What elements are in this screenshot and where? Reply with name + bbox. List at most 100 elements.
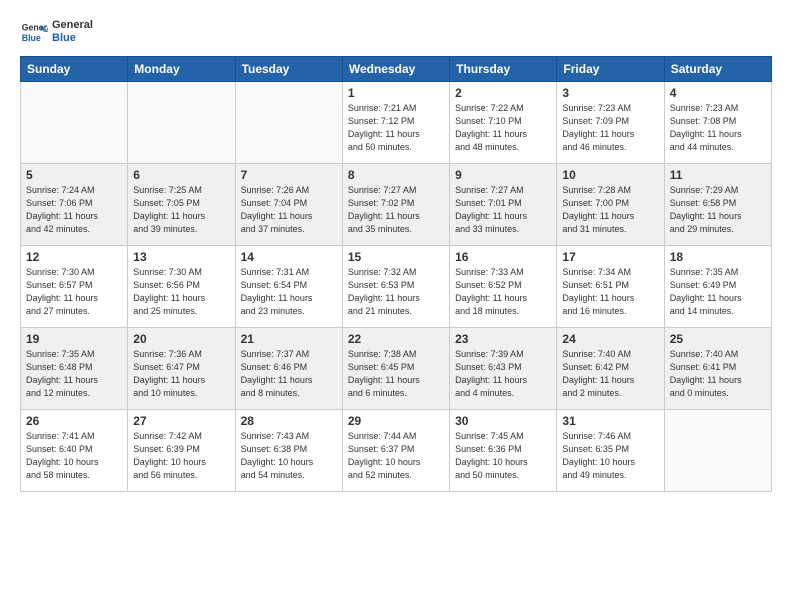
- calendar-cell: 16Sunrise: 7:33 AM Sunset: 6:52 PM Dayli…: [450, 246, 557, 328]
- day-info: Sunrise: 7:22 AM Sunset: 7:10 PM Dayligh…: [455, 102, 551, 154]
- calendar-cell: 10 Sunrise: 7:28 AM Sunset: 7:00 PM Dayli…: [557, 164, 664, 246]
- day-info: Sunrise: 7:40 AM Sunset: 6:41 PM Dayligh…: [670, 348, 766, 400]
- day-number: 25: [670, 332, 766, 346]
- day-number: 2: [455, 86, 551, 100]
- calendar-cell: 11Sunrise: 7:29 AM Sunset: 6:58 PM Dayli…: [664, 164, 771, 246]
- day-info: Sunrise: 7:28 AM Sunset: 7:00 PM Dayligh…: [562, 184, 658, 236]
- day-info: Sunrise: 7:46 AM Sunset: 6:35 PM Dayligh…: [562, 430, 658, 482]
- day-info: Sunrise: 7:27 AM Sunset: 7:02 PM Dayligh…: [348, 184, 444, 236]
- calendar-table: SundayMondayTuesdayWednesdayThursdayFrid…: [20, 56, 772, 492]
- day-of-week-header: Sunday: [21, 57, 128, 82]
- day-number: 6: [133, 168, 229, 182]
- calendar-cell: 27 Sunrise: 7:42 AM Sunset: 6:39 PM Dayli…: [128, 410, 235, 492]
- calendar-cell: 18Sunrise: 7:35 AM Sunset: 6:49 PM Dayli…: [664, 246, 771, 328]
- svg-text:Blue: Blue: [22, 33, 41, 43]
- day-number: 5: [26, 168, 122, 182]
- day-number: 16: [455, 250, 551, 264]
- calendar-cell: 31 Sunrise: 7:46 AM Sunset: 6:35 PM Dayli…: [557, 410, 664, 492]
- day-number: 18: [670, 250, 766, 264]
- day-info: Sunrise: 7:34 AM Sunset: 6:51 PM Dayligh…: [562, 266, 658, 318]
- day-number: 3: [562, 86, 658, 100]
- day-number: 7: [241, 168, 337, 182]
- calendar-cell: 30Sunrise: 7:45 AM Sunset: 6:36 PM Dayli…: [450, 410, 557, 492]
- day-info: Sunrise: 7:38 AM Sunset: 6:45 PM Dayligh…: [348, 348, 444, 400]
- day-info: Sunrise: 7:45 AM Sunset: 6:36 PM Dayligh…: [455, 430, 551, 482]
- day-number: 9: [455, 168, 551, 182]
- day-info: Sunrise: 7:43 AM Sunset: 6:38 PM Dayligh…: [241, 430, 337, 482]
- calendar-cell: 6 Sunrise: 7:25 AM Sunset: 7:05 PM Daylig…: [128, 164, 235, 246]
- day-info: Sunrise: 7:27 AM Sunset: 7:01 PM Dayligh…: [455, 184, 551, 236]
- calendar-cell: 8 Sunrise: 7:27 AM Sunset: 7:02 PM Daylig…: [342, 164, 449, 246]
- day-number: 31: [562, 414, 658, 428]
- day-info: Sunrise: 7:35 AM Sunset: 6:48 PM Dayligh…: [26, 348, 122, 400]
- calendar-cell: 2 Sunrise: 7:22 AM Sunset: 7:10 PM Daylig…: [450, 82, 557, 164]
- calendar-cell: 3 Sunrise: 7:23 AM Sunset: 7:09 PM Daylig…: [557, 82, 664, 164]
- calendar-cell: [128, 82, 235, 164]
- day-info: Sunrise: 7:31 AM Sunset: 6:54 PM Dayligh…: [241, 266, 337, 318]
- calendar-cell: [235, 82, 342, 164]
- day-info: Sunrise: 7:21 AM Sunset: 7:12 PM Dayligh…: [348, 102, 444, 154]
- day-number: 4: [670, 86, 766, 100]
- day-number: 13: [133, 250, 229, 264]
- calendar-week-row: 5 Sunrise: 7:24 AM Sunset: 7:06 PM Daylig…: [21, 164, 772, 246]
- calendar-cell: 15 Sunrise: 7:32 AM Sunset: 6:53 PM Dayli…: [342, 246, 449, 328]
- calendar-cell: 7 Sunrise: 7:26 AM Sunset: 7:04 PM Daylig…: [235, 164, 342, 246]
- calendar-cell: 19 Sunrise: 7:35 AM Sunset: 6:48 PM Dayli…: [21, 328, 128, 410]
- day-number: 26: [26, 414, 122, 428]
- calendar-week-row: 19 Sunrise: 7:35 AM Sunset: 6:48 PM Dayli…: [21, 328, 772, 410]
- calendar-cell: 1 Sunrise: 7:21 AM Sunset: 7:12 PM Daylig…: [342, 82, 449, 164]
- calendar-cell: 17 Sunrise: 7:34 AM Sunset: 6:51 PM Dayli…: [557, 246, 664, 328]
- calendar-cell: 5 Sunrise: 7:24 AM Sunset: 7:06 PM Daylig…: [21, 164, 128, 246]
- calendar-cell: 28 Sunrise: 7:43 AM Sunset: 6:38 PM Dayli…: [235, 410, 342, 492]
- day-of-week-header: Wednesday: [342, 57, 449, 82]
- day-number: 23: [455, 332, 551, 346]
- header: General Blue General Blue: [20, 18, 772, 46]
- day-info: Sunrise: 7:23 AM Sunset: 7:08 PM Dayligh…: [670, 102, 766, 154]
- day-info: Sunrise: 7:36 AM Sunset: 6:47 PM Dayligh…: [133, 348, 229, 400]
- calendar-header-row: SundayMondayTuesdayWednesdayThursdayFrid…: [21, 57, 772, 82]
- page: General Blue General Blue SundayMondayTu…: [0, 0, 792, 502]
- calendar-cell: 25 Sunrise: 7:40 AM Sunset: 6:41 PM Dayli…: [664, 328, 771, 410]
- day-number: 10: [562, 168, 658, 182]
- day-number: 28: [241, 414, 337, 428]
- day-info: Sunrise: 7:39 AM Sunset: 6:43 PM Dayligh…: [455, 348, 551, 400]
- day-info: Sunrise: 7:23 AM Sunset: 7:09 PM Dayligh…: [562, 102, 658, 154]
- day-number: 20: [133, 332, 229, 346]
- calendar-cell: 29 Sunrise: 7:44 AM Sunset: 6:37 PM Dayli…: [342, 410, 449, 492]
- day-of-week-header: Tuesday: [235, 57, 342, 82]
- day-number: 21: [241, 332, 337, 346]
- day-number: 29: [348, 414, 444, 428]
- day-number: 19: [26, 332, 122, 346]
- day-info: Sunrise: 7:25 AM Sunset: 7:05 PM Dayligh…: [133, 184, 229, 236]
- day-info: Sunrise: 7:42 AM Sunset: 6:39 PM Dayligh…: [133, 430, 229, 482]
- calendar-week-row: 1 Sunrise: 7:21 AM Sunset: 7:12 PM Daylig…: [21, 82, 772, 164]
- day-number: 1: [348, 86, 444, 100]
- day-of-week-header: Saturday: [664, 57, 771, 82]
- calendar-cell: [664, 410, 771, 492]
- day-number: 8: [348, 168, 444, 182]
- calendar-cell: 4 Sunrise: 7:23 AM Sunset: 7:08 PM Daylig…: [664, 82, 771, 164]
- logo-text: General Blue: [52, 19, 93, 45]
- day-info: Sunrise: 7:24 AM Sunset: 7:06 PM Dayligh…: [26, 184, 122, 236]
- day-info: Sunrise: 7:32 AM Sunset: 6:53 PM Dayligh…: [348, 266, 444, 318]
- day-number: 17: [562, 250, 658, 264]
- day-number: 27: [133, 414, 229, 428]
- day-info: Sunrise: 7:30 AM Sunset: 6:56 PM Dayligh…: [133, 266, 229, 318]
- day-of-week-header: Thursday: [450, 57, 557, 82]
- calendar-cell: [21, 82, 128, 164]
- day-number: 15: [348, 250, 444, 264]
- calendar-week-row: 26 Sunrise: 7:41 AM Sunset: 6:40 PM Dayli…: [21, 410, 772, 492]
- calendar-cell: 13 Sunrise: 7:30 AM Sunset: 6:56 PM Dayli…: [128, 246, 235, 328]
- day-info: Sunrise: 7:40 AM Sunset: 6:42 PM Dayligh…: [562, 348, 658, 400]
- calendar-cell: 9 Sunrise: 7:27 AM Sunset: 7:01 PM Daylig…: [450, 164, 557, 246]
- day-info: Sunrise: 7:41 AM Sunset: 6:40 PM Dayligh…: [26, 430, 122, 482]
- day-of-week-header: Friday: [557, 57, 664, 82]
- day-info: Sunrise: 7:30 AM Sunset: 6:57 PM Dayligh…: [26, 266, 122, 318]
- day-of-week-header: Monday: [128, 57, 235, 82]
- day-info: Sunrise: 7:26 AM Sunset: 7:04 PM Dayligh…: [241, 184, 337, 236]
- calendar-cell: 21 Sunrise: 7:37 AM Sunset: 6:46 PM Dayli…: [235, 328, 342, 410]
- day-info: Sunrise: 7:44 AM Sunset: 6:37 PM Dayligh…: [348, 430, 444, 482]
- day-number: 22: [348, 332, 444, 346]
- logo-icon: General Blue: [20, 18, 48, 46]
- day-info: Sunrise: 7:37 AM Sunset: 6:46 PM Dayligh…: [241, 348, 337, 400]
